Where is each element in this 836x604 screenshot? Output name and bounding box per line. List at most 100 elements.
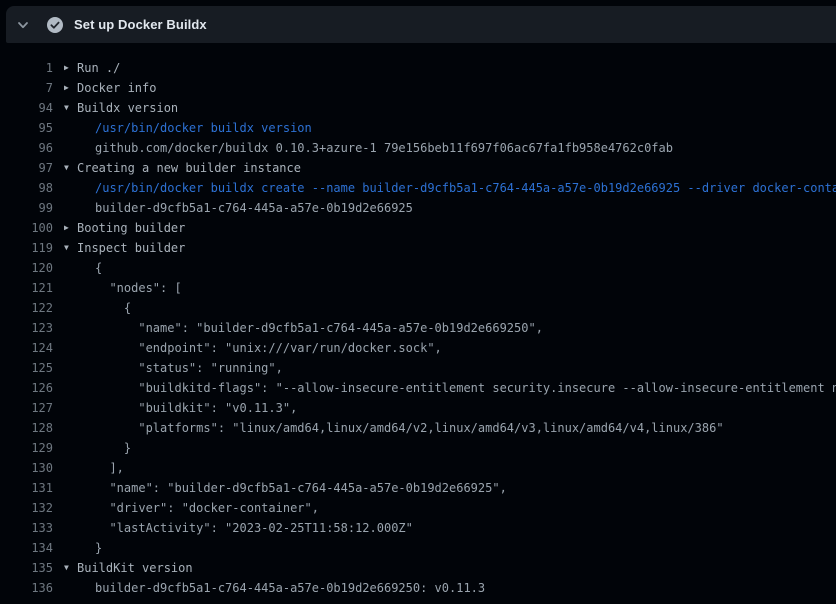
expand-arrow-icon: ▼ xyxy=(64,158,77,178)
line-number[interactable]: 122 xyxy=(0,298,53,318)
expand-arrow-icon: ▶ xyxy=(64,78,77,98)
log-text: /usr/bin/docker buildx version xyxy=(77,118,312,138)
log-text: "lastActivity": "2023-02-25T11:58:12.000… xyxy=(77,518,413,538)
log-line: 129 } xyxy=(0,438,836,458)
line-number[interactable]: 132 xyxy=(0,498,53,518)
expand-arrow-icon xyxy=(64,138,77,158)
expand-arrow-icon xyxy=(64,478,77,498)
log-line: 120 { xyxy=(0,258,836,278)
log-text: /usr/bin/docker buildx create --name bui… xyxy=(77,178,836,198)
log-line: 122 { xyxy=(0,298,836,318)
line-number[interactable]: 133 xyxy=(0,518,53,538)
expand-arrow-icon xyxy=(64,118,77,138)
expand-arrow-icon: ▼ xyxy=(64,238,77,258)
log-line: 125 "status": "running", xyxy=(0,358,836,378)
line-number[interactable]: 135 xyxy=(0,558,53,578)
log-text: { xyxy=(77,298,131,318)
log-text: github.com/docker/buildx 0.10.3+azure-1 … xyxy=(77,138,673,158)
log-text: } xyxy=(77,538,102,558)
log-line: 99 builder-d9cfb5a1-c764-445a-a57e-0b19d… xyxy=(0,198,836,218)
log-text: "platforms": "linux/amd64,linux/amd64/v2… xyxy=(77,418,724,438)
line-number[interactable]: 131 xyxy=(0,478,53,498)
expand-arrow-icon xyxy=(64,278,77,298)
line-number[interactable]: 120 xyxy=(0,258,53,278)
log-text: Inspect builder xyxy=(77,238,185,258)
line-number[interactable]: 119 xyxy=(0,238,53,258)
expand-arrow-icon xyxy=(64,318,77,338)
expand-arrow-icon xyxy=(64,298,77,318)
log-line[interactable]: 97 ▼ Creating a new builder instance xyxy=(0,158,836,178)
log-text: "name": "builder-d9cfb5a1-c764-445a-a57e… xyxy=(77,478,507,498)
log-line: 134 } xyxy=(0,538,836,558)
log-text: "status": "running", xyxy=(77,358,283,378)
line-number[interactable]: 130 xyxy=(0,458,53,478)
line-number[interactable]: 98 xyxy=(0,178,53,198)
line-number[interactable]: 1 xyxy=(0,58,53,78)
expand-arrow-icon xyxy=(64,438,77,458)
line-number[interactable]: 99 xyxy=(0,198,53,218)
log-line[interactable]: 94 ▼ Buildx version xyxy=(0,98,836,118)
log-text: builder-d9cfb5a1-c764-445a-a57e-0b19d2e6… xyxy=(77,198,413,218)
expand-arrow-icon xyxy=(64,258,77,278)
expand-arrow-icon: ▶ xyxy=(64,58,77,78)
line-number[interactable]: 97 xyxy=(0,158,53,178)
line-number[interactable]: 96 xyxy=(0,138,53,158)
line-number[interactable]: 7 xyxy=(0,78,53,98)
log-text: "endpoint": "unix:///var/run/docker.sock… xyxy=(77,338,442,358)
expand-arrow-icon xyxy=(64,358,77,378)
expand-arrow-icon: ▼ xyxy=(64,558,77,578)
expand-arrow-icon xyxy=(64,398,77,418)
log-text: BuildKit version xyxy=(77,558,193,578)
log-text: "nodes": [ xyxy=(77,278,182,298)
expand-arrow-icon xyxy=(64,458,77,478)
log-line: 131 "name": "builder-d9cfb5a1-c764-445a-… xyxy=(0,478,836,498)
log-line[interactable]: 1 ▶ Run ./ xyxy=(0,58,836,78)
log-text: Buildx version xyxy=(77,98,178,118)
expand-arrow-icon: ▼ xyxy=(64,98,77,118)
line-number[interactable]: 125 xyxy=(0,358,53,378)
line-number[interactable]: 126 xyxy=(0,378,53,398)
log-line[interactable]: 119 ▼ Inspect builder xyxy=(0,238,836,258)
log-text: "buildkitd-flags": "--allow-insecure-ent… xyxy=(77,378,836,398)
log-line: 95 /usr/bin/docker buildx version xyxy=(0,118,836,138)
expand-arrow-icon xyxy=(64,498,77,518)
line-number[interactable]: 127 xyxy=(0,398,53,418)
line-number[interactable]: 136 xyxy=(0,578,53,598)
line-number[interactable]: 123 xyxy=(0,318,53,338)
log-viewer: 1 ▶ Run ./ 7 ▶ Docker info 94 ▼ Buildx v… xyxy=(0,58,836,598)
log-text: { xyxy=(77,258,102,278)
expand-arrow-icon xyxy=(64,518,77,538)
log-line[interactable]: 135 ▼ BuildKit version xyxy=(0,558,836,578)
log-line: 96 github.com/docker/buildx 0.10.3+azure… xyxy=(0,138,836,158)
step-header[interactable]: Set up Docker Buildx xyxy=(6,6,836,43)
log-line: 133 "lastActivity": "2023-02-25T11:58:12… xyxy=(0,518,836,538)
line-number[interactable]: 95 xyxy=(0,118,53,138)
log-line: 132 "driver": "docker-container", xyxy=(0,498,836,518)
expand-arrow-icon xyxy=(64,578,77,598)
line-number[interactable]: 128 xyxy=(0,418,53,438)
log-text: "driver": "docker-container", xyxy=(77,498,319,518)
line-number[interactable]: 134 xyxy=(0,538,53,558)
line-number[interactable]: 129 xyxy=(0,438,53,458)
log-text: Docker info xyxy=(77,78,156,98)
log-line[interactable]: 7 ▶ Docker info xyxy=(0,78,836,98)
log-line[interactable]: 100 ▶ Booting builder xyxy=(0,218,836,238)
log-line: 128 "platforms": "linux/amd64,linux/amd6… xyxy=(0,418,836,438)
line-number[interactable]: 121 xyxy=(0,278,53,298)
log-text: builder-d9cfb5a1-c764-445a-a57e-0b19d2e6… xyxy=(77,578,485,598)
log-text: } xyxy=(77,438,131,458)
log-line: 121 "nodes": [ xyxy=(0,278,836,298)
chevron-down-icon[interactable] xyxy=(15,17,31,33)
expand-arrow-icon xyxy=(64,538,77,558)
log-line: 98 /usr/bin/docker buildx create --name … xyxy=(0,178,836,198)
line-number[interactable]: 124 xyxy=(0,338,53,358)
log-text: Booting builder xyxy=(77,218,185,238)
log-line: 136 builder-d9cfb5a1-c764-445a-a57e-0b19… xyxy=(0,578,836,598)
expand-arrow-icon xyxy=(64,378,77,398)
log-text: Run ./ xyxy=(77,58,120,78)
line-number[interactable]: 94 xyxy=(0,98,53,118)
line-number[interactable]: 100 xyxy=(0,218,53,238)
log-text: Creating a new builder instance xyxy=(77,158,301,178)
expand-arrow-icon xyxy=(64,198,77,218)
log-line: 124 "endpoint": "unix:///var/run/docker.… xyxy=(0,338,836,358)
